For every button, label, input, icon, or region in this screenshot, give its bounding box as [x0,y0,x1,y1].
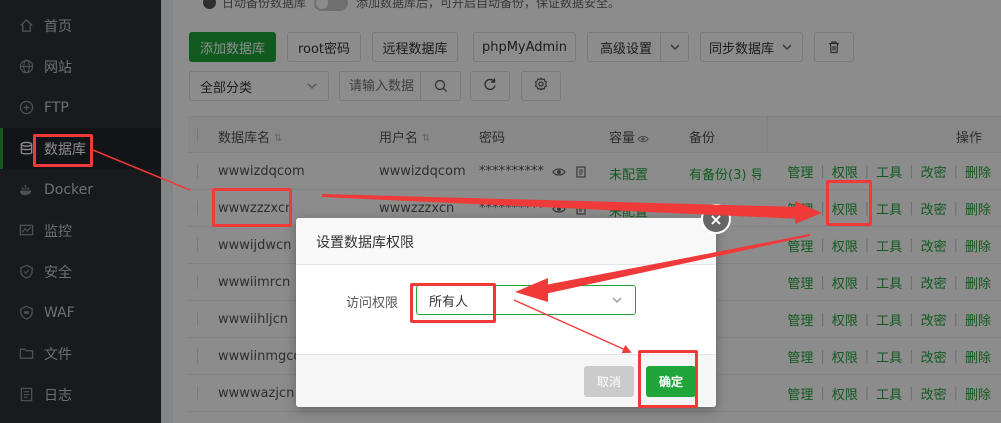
dialog-title: 设置数据库权限 [316,235,414,251]
annotation-box-permission [826,180,872,226]
cancel-label: 取消 [596,375,621,389]
annotation-box-database [33,134,93,167]
dialog-header: 设置数据库权限 [296,218,716,265]
close-icon: × [703,206,729,232]
access-permission-label: 访问权限 [346,296,399,311]
annotation-box-confirm [638,350,698,408]
annotation-box-db-name [212,188,292,227]
annotation-box-select [410,283,496,323]
chevron-down-icon [611,294,623,306]
dialog-close-button[interactable]: × [701,204,731,234]
cancel-button[interactable]: 取消 [584,366,634,397]
